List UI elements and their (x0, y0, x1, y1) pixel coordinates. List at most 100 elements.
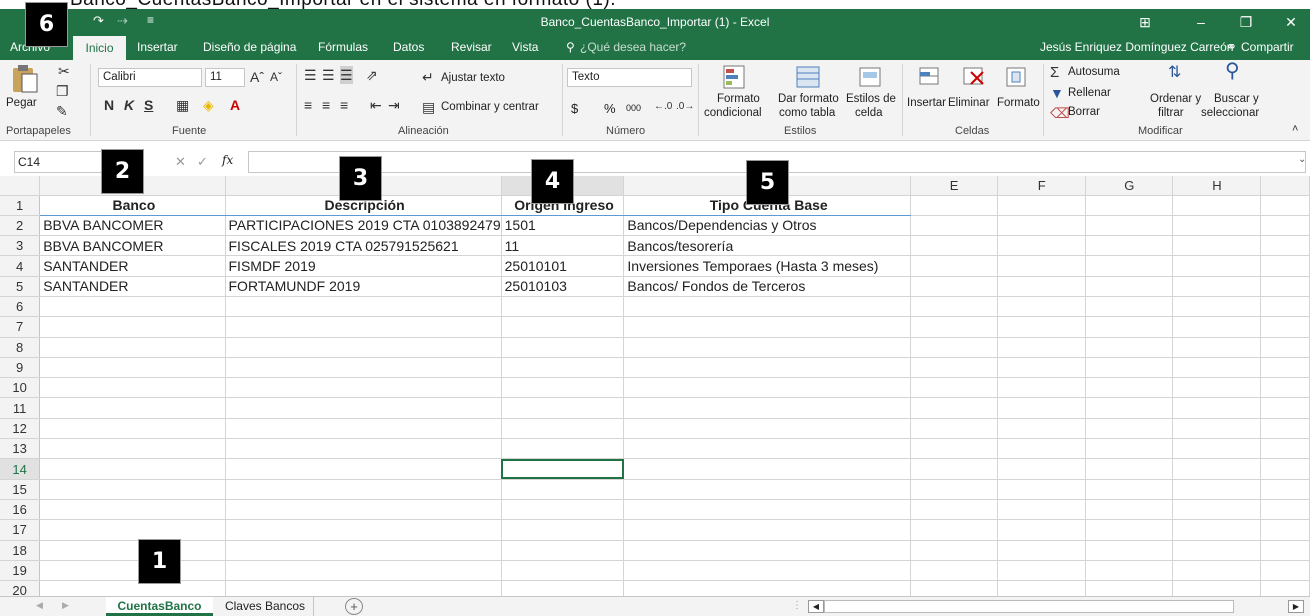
cell[interactable] (997, 580, 1087, 596)
cell[interactable] (997, 458, 1087, 480)
cell[interactable] (910, 357, 999, 379)
cell[interactable] (623, 580, 912, 596)
restore-button[interactable]: ❐ (1227, 12, 1265, 33)
cell[interactable] (623, 418, 912, 440)
share-icon[interactable]: ⚭ (1226, 39, 1237, 55)
cell[interactable] (910, 438, 999, 460)
tab-vista[interactable]: Vista (512, 40, 538, 54)
cell[interactable] (1172, 215, 1262, 237)
cell[interactable] (997, 357, 1087, 379)
number-format-select[interactable]: Texto (567, 68, 692, 87)
autosum-button[interactable]: Autosuma (1068, 66, 1120, 78)
eraser-icon[interactable]: ⌫ (1050, 104, 1070, 122)
cell[interactable] (39, 458, 226, 480)
row-header[interactable]: 12 (0, 418, 41, 440)
fill-icon[interactable]: ▼ (1050, 84, 1064, 102)
row-header[interactable]: 18 (0, 540, 41, 561)
cell[interactable]: PARTICIPACIONES 2019 CTA 0103892479 (225, 215, 502, 237)
cancel-icon[interactable]: ✕ (175, 154, 186, 170)
cell[interactable] (623, 337, 912, 358)
scroll-right-button[interactable]: ▶ (1288, 600, 1304, 613)
cell[interactable] (1172, 276, 1262, 297)
cell-styles-icon[interactable] (858, 64, 884, 90)
cell[interactable] (623, 357, 912, 379)
cell[interactable] (501, 438, 625, 460)
find-select-icon[interactable]: ⚲ (1225, 61, 1240, 81)
underline-button[interactable]: S (144, 96, 153, 114)
cell[interactable] (910, 499, 999, 521)
cell[interactable]: 1501 (501, 215, 625, 237)
tell-me-input[interactable]: ¿Qué desea hacer? (580, 40, 686, 54)
row-header[interactable]: 11 (0, 397, 41, 419)
cell[interactable] (997, 337, 1087, 358)
close-button[interactable]: ✕ (1272, 12, 1310, 33)
column-header-f[interactable]: F (997, 176, 1087, 196)
cell[interactable] (623, 438, 912, 460)
cell[interactable] (1172, 377, 1262, 399)
cell[interactable] (1172, 397, 1262, 419)
cell[interactable] (1085, 418, 1174, 440)
cell[interactable] (501, 296, 625, 318)
cell[interactable] (1172, 519, 1262, 541)
cell[interactable] (225, 357, 502, 379)
cell[interactable] (39, 316, 226, 338)
paste-icon[interactable] (10, 64, 40, 94)
row-header[interactable]: 6 (0, 296, 41, 318)
cell[interactable] (1085, 296, 1174, 318)
cell[interactable] (39, 377, 226, 399)
cell[interactable] (39, 296, 226, 318)
cell[interactable] (623, 499, 912, 521)
align-middle-icon[interactable]: ☰ (322, 66, 335, 84)
cell[interactable] (910, 377, 999, 399)
cell[interactable] (997, 540, 1087, 561)
sheet-tab-claves-bancos[interactable]: Claves Bancos (217, 597, 314, 616)
cell[interactable] (1172, 479, 1262, 500)
paste-label[interactable]: Pegar (6, 97, 37, 109)
bold-button[interactable]: N (104, 96, 114, 114)
font-size-select[interactable]: 11 (205, 68, 245, 87)
merge-center-button[interactable]: Combinar y centrar (441, 101, 539, 113)
cell[interactable] (501, 479, 625, 500)
cell[interactable] (1172, 458, 1262, 480)
column-header-h[interactable]: H (1172, 176, 1262, 196)
cell[interactable]: FISMDF 2019 (225, 255, 502, 277)
cell[interactable] (1172, 418, 1262, 440)
cell[interactable] (910, 458, 999, 480)
merge-center-icon[interactable]: ▤ (422, 98, 435, 116)
cell[interactable] (1085, 458, 1174, 480)
delete-cells-button[interactable]: Eliminar (948, 97, 990, 109)
cell[interactable]: Inversiones Temporaes (Hasta 3 meses) (623, 255, 912, 277)
cell-styles-label-2[interactable]: celda (855, 107, 883, 119)
cell[interactable] (501, 418, 625, 440)
percent-button[interactable]: % (604, 101, 616, 116)
column-header-g[interactable]: G (1085, 176, 1174, 196)
cell[interactable] (225, 479, 502, 500)
tab-revisar[interactable]: Revisar (451, 40, 492, 54)
cell[interactable] (501, 560, 625, 582)
cell[interactable] (1085, 560, 1174, 582)
cell[interactable] (39, 499, 226, 521)
cell[interactable] (39, 580, 226, 596)
copy-icon[interactable]: ❐ (56, 82, 69, 100)
font-name-select[interactable]: Calibri (98, 68, 202, 87)
find-select-label-1[interactable]: Buscar y (1214, 93, 1259, 105)
cell[interactable] (1172, 357, 1262, 379)
cell[interactable] (225, 580, 502, 596)
cell[interactable] (1085, 580, 1174, 596)
row-header[interactable]: 7 (0, 316, 41, 338)
cell[interactable] (997, 276, 1087, 297)
cell[interactable] (1085, 438, 1174, 460)
cell[interactable] (910, 296, 999, 318)
align-bottom-icon[interactable]: ☰ (340, 66, 353, 84)
cell[interactable] (997, 195, 1087, 216)
cell[interactable] (997, 560, 1087, 582)
cell[interactable] (225, 316, 502, 338)
format-as-table-label-2[interactable]: como tabla (779, 107, 835, 119)
table-header-cell[interactable]: Banco (39, 195, 226, 216)
cell[interactable] (1085, 195, 1174, 216)
cell[interactable] (501, 377, 625, 399)
cell[interactable] (910, 540, 999, 561)
cell[interactable] (225, 296, 502, 318)
find-select-label-2[interactable]: seleccionar (1201, 107, 1259, 119)
next-sheet-icon[interactable]: ▶ (62, 600, 69, 611)
